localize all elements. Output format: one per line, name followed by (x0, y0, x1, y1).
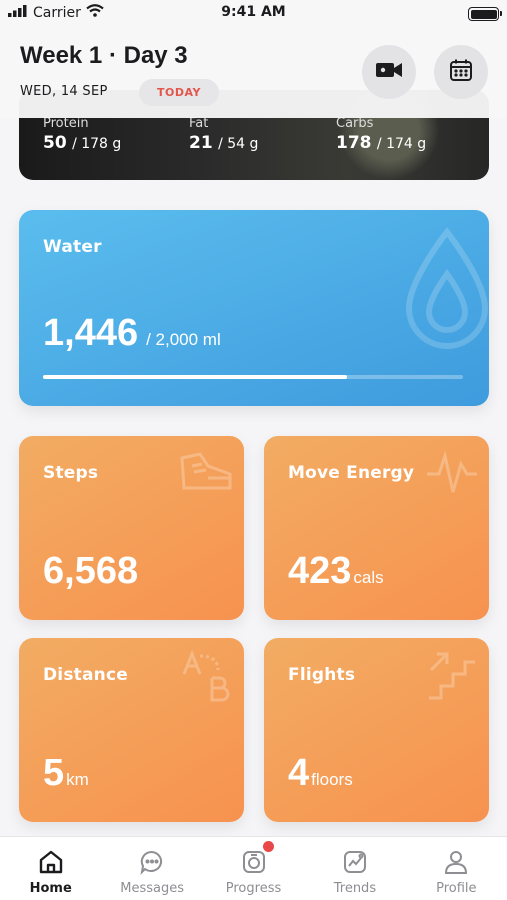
carbs-total: / 174 g (376, 136, 427, 152)
water-value: 1,446 (43, 312, 139, 354)
status-time: 9:41 AM (221, 4, 286, 20)
video-camera-icon (375, 60, 403, 84)
flights-label: Flights (288, 665, 356, 685)
water-progress-fill (43, 375, 347, 379)
carbs-stat: Carbs 178 / 174 g (336, 116, 426, 153)
fat-stat: Fat 21 / 54 g (189, 116, 258, 153)
move-energy-card[interactable]: Move Energy 423 cals (264, 436, 489, 620)
protein-total: / 178 g (72, 136, 122, 152)
shoe-icon (178, 448, 234, 502)
tab-messages[interactable]: Messages (101, 837, 202, 900)
calendar-icon (449, 58, 473, 86)
steps-value: 6,568 (43, 550, 139, 592)
tab-progress-label: Progress (225, 881, 282, 896)
date-label: WED, 14 SEP (20, 84, 108, 99)
tab-bar: Home Messages Progress Trends Profile (0, 836, 507, 900)
tab-progress[interactable]: Progress (203, 837, 304, 900)
tab-profile[interactable]: Profile (406, 837, 507, 900)
distance-card[interactable]: Distance 5 km (19, 638, 244, 822)
flights-card[interactable]: Flights 4 floors (264, 638, 489, 822)
protein-label: Protein (43, 116, 89, 131)
progress-icon (240, 848, 268, 876)
steps-card[interactable]: Steps 6,568 (19, 436, 244, 620)
tab-home-label: Home (29, 881, 72, 896)
water-progress-bar (43, 375, 463, 379)
move-energy-value: 423 (288, 550, 352, 592)
distance-value: 5 (43, 752, 65, 794)
water-drop-icon (399, 224, 489, 358)
tab-trends[interactable]: Trends (304, 837, 405, 900)
status-bar: Carrier 9:41 AM (0, 0, 507, 28)
tab-profile-label: Profile (436, 881, 477, 896)
chat-icon (138, 848, 166, 876)
calendar-button[interactable] (434, 45, 488, 99)
fat-value: 21 (189, 133, 213, 153)
water-card[interactable]: Water 1,446 / 2,000 ml (19, 210, 489, 406)
carbs-label: Carbs (336, 116, 374, 131)
protein-value: 50 (43, 133, 67, 153)
today-button[interactable]: TODAY (139, 79, 219, 106)
flights-value: 4 (288, 752, 310, 794)
water-label: Water (43, 237, 102, 257)
video-button[interactable] (362, 45, 416, 99)
protein-stat: Protein 50 / 178 g (43, 116, 121, 153)
notification-badge (262, 841, 274, 852)
battery-icon (468, 7, 502, 21)
tab-messages-label: Messages (120, 881, 184, 896)
steps-label: Steps (43, 463, 99, 483)
move-energy-unit: cals (353, 568, 384, 587)
route-ab-icon (178, 649, 234, 708)
tab-home[interactable]: Home (0, 837, 101, 900)
distance-unit: km (66, 770, 89, 789)
fat-total: / 54 g (218, 136, 259, 152)
profile-icon (442, 848, 470, 876)
tab-trends-label: Trends (333, 881, 377, 896)
carbs-value: 178 (336, 133, 372, 153)
stairs-icon (423, 650, 479, 708)
home-icon (37, 848, 65, 876)
energy-pulse-icon (423, 448, 479, 502)
water-total: / 2,000 ml (146, 330, 221, 349)
fat-label: Fat (189, 116, 209, 131)
move-energy-label: Move Energy (288, 463, 415, 483)
trends-icon (341, 848, 369, 876)
distance-label: Distance (43, 665, 128, 685)
flights-unit: floors (311, 770, 353, 789)
page-title: Week 1 · Day 3 (20, 42, 188, 69)
